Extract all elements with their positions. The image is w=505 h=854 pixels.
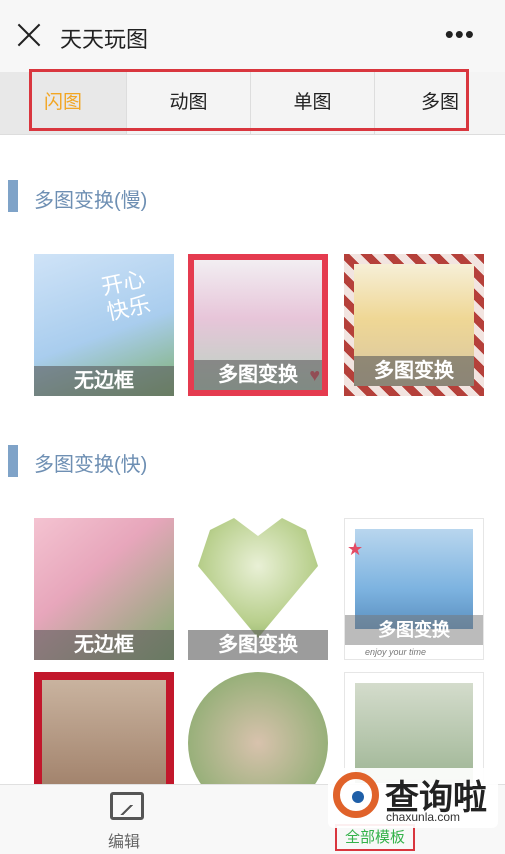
- heart-photo: [198, 518, 318, 638]
- tile-caption: 多图变换: [188, 630, 328, 660]
- all-templates-button[interactable]: 全部模板: [335, 824, 415, 851]
- search-logo-icon: [333, 772, 379, 818]
- image-edit-icon[interactable]: [110, 792, 144, 820]
- tile-caption: 多图变换: [354, 356, 474, 386]
- section-title: 多图变换(快): [34, 454, 148, 476]
- tile-caption: 多图变换: [345, 615, 483, 645]
- tile-caption: 无边框: [34, 630, 174, 660]
- tile-overlay-text: 开心 快乐: [99, 265, 153, 326]
- template-tile[interactable]: 多图变换: [344, 254, 484, 396]
- template-tile[interactable]: 开心 快乐 无边框: [34, 254, 174, 396]
- tile-subtext: enjoy your time: [365, 647, 427, 657]
- edit-button[interactable]: 编辑: [108, 828, 140, 852]
- tile-caption: 无边框: [34, 366, 174, 396]
- section-marker: [8, 180, 18, 212]
- close-icon[interactable]: [16, 22, 42, 48]
- star-icon: ★: [347, 539, 364, 559]
- template-tile[interactable]: 多图变换: [188, 518, 328, 660]
- section-marker: [8, 445, 18, 477]
- template-tile[interactable]: ★ 多图变换 enjoy your time: [344, 518, 484, 660]
- section-title: 多图变换(慢): [34, 190, 148, 212]
- more-menu-icon[interactable]: •••: [445, 21, 475, 47]
- tabs-highlight-box: [29, 69, 469, 131]
- tile-caption: 多图变换: [194, 360, 322, 390]
- template-tile[interactable]: ♥ 多图变换: [188, 254, 328, 396]
- watermark-url: chaxunla.com: [386, 810, 461, 824]
- tile-photo: [355, 529, 473, 629]
- app-title: 天天玩图: [60, 27, 149, 52]
- template-tile[interactable]: 无边框: [34, 518, 174, 660]
